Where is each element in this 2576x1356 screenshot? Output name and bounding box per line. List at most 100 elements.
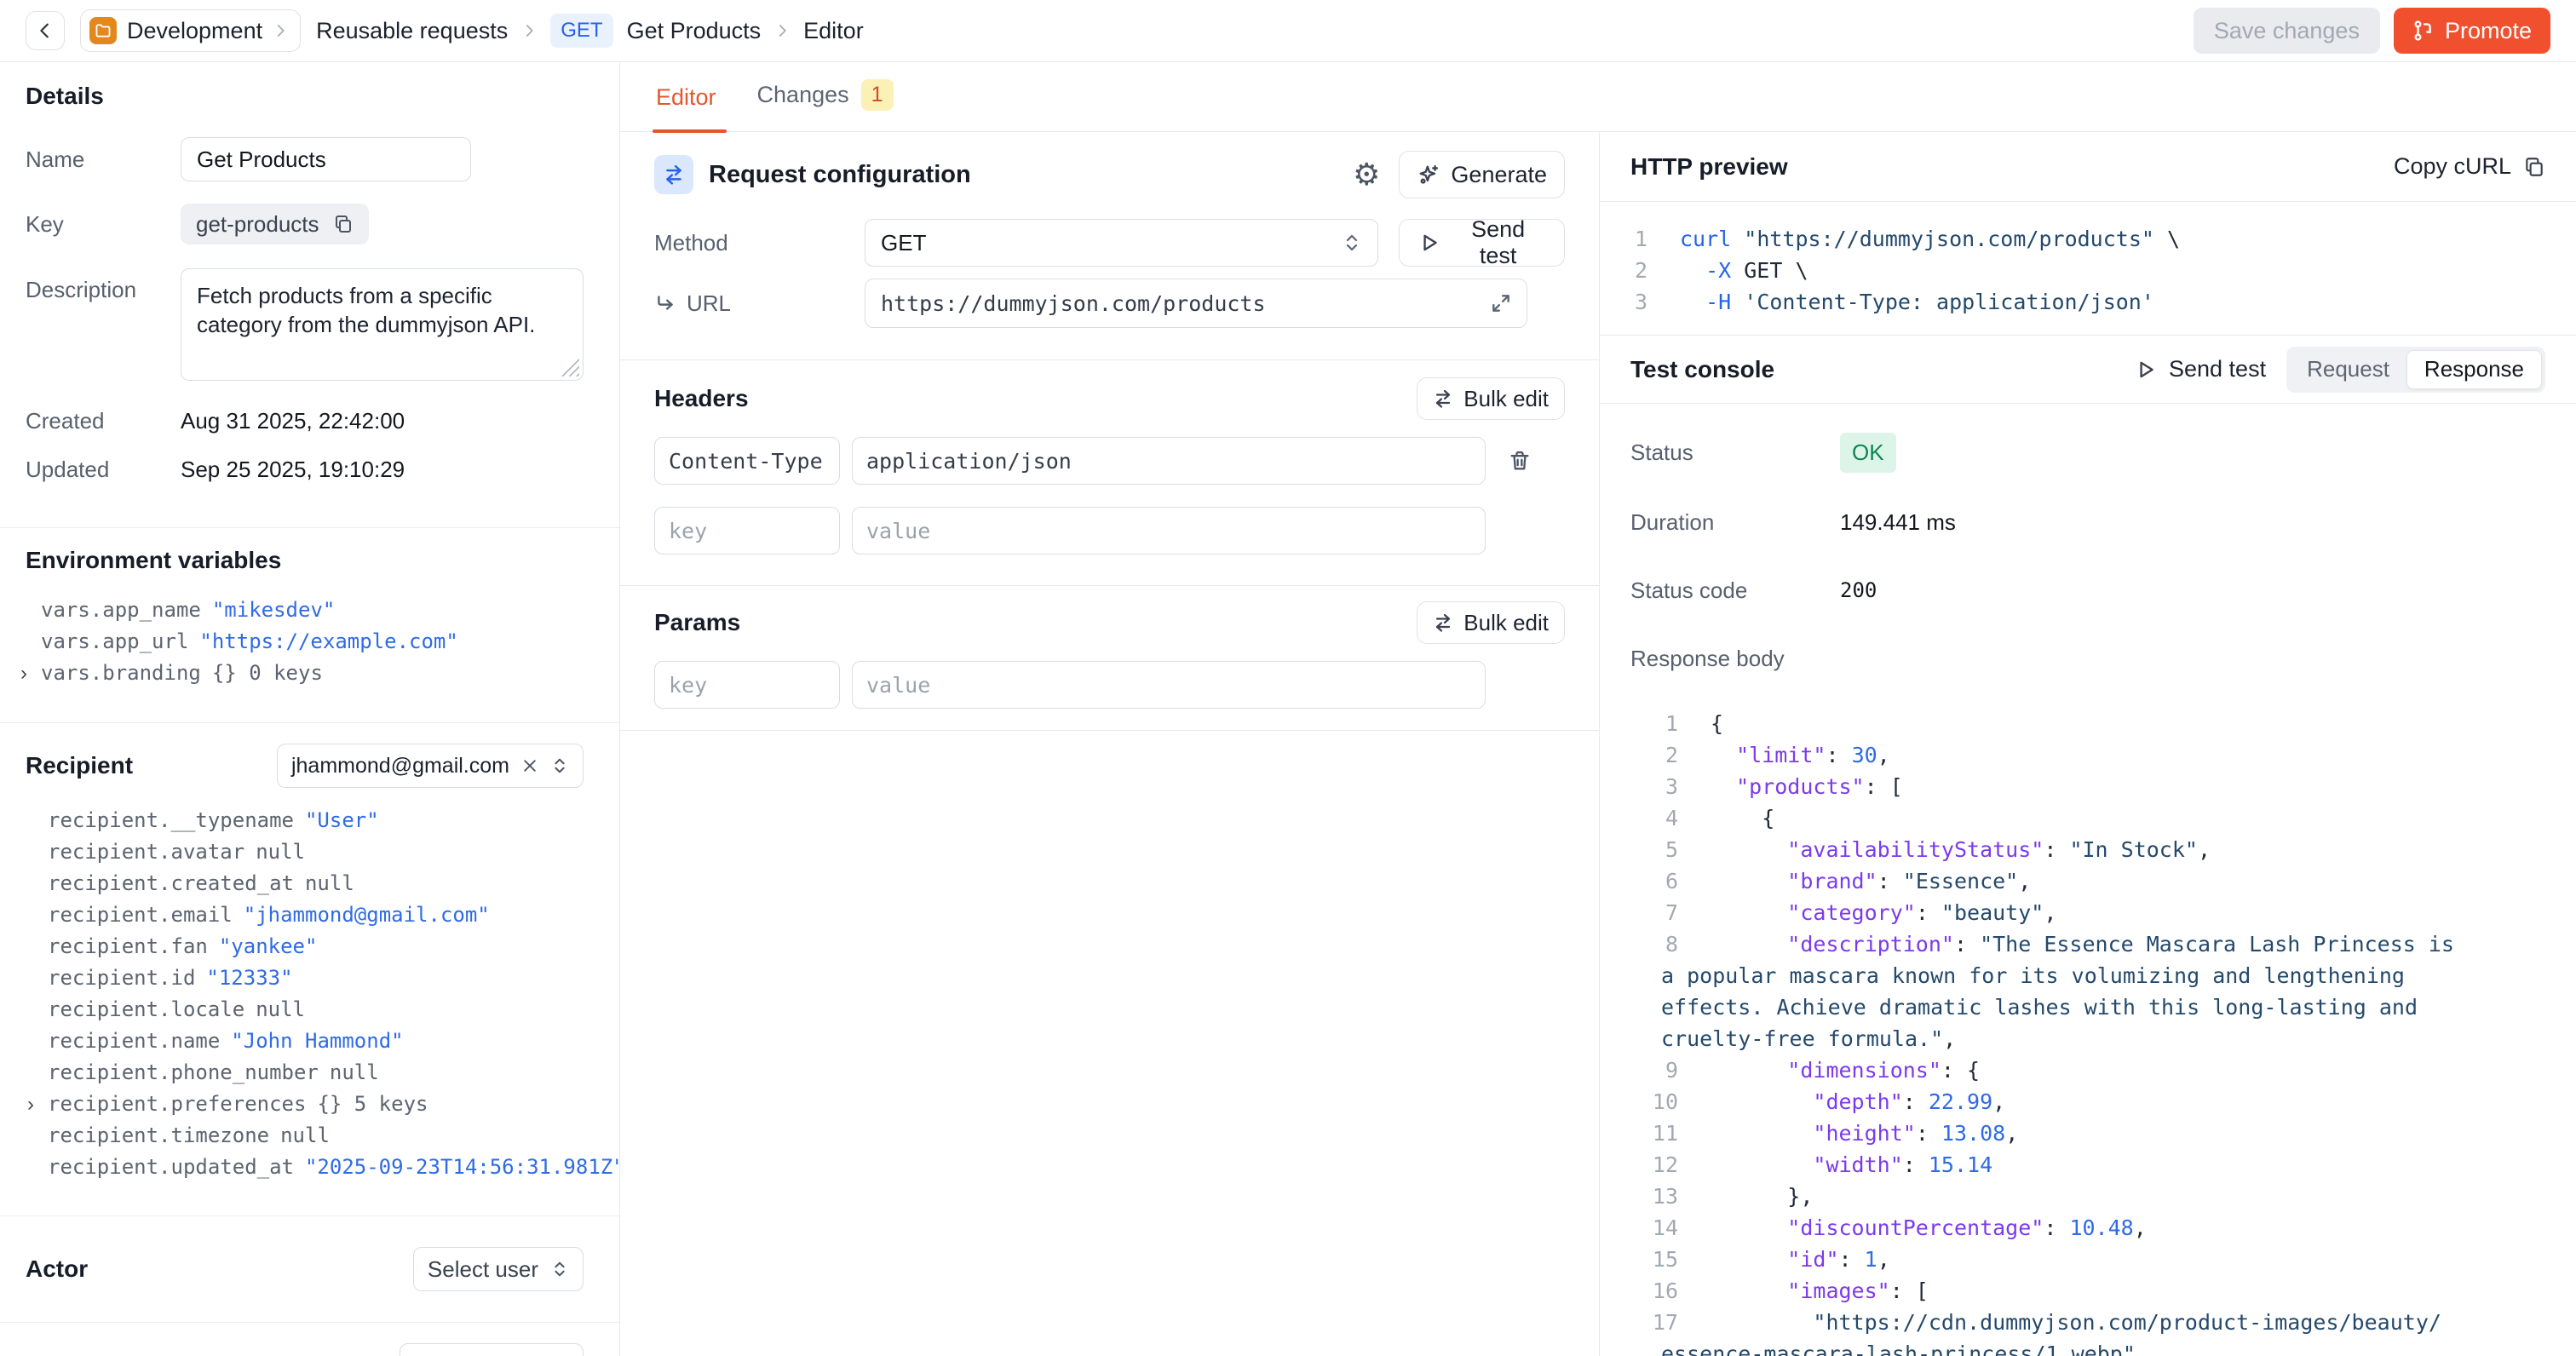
code-text: "width": 15.14 (1711, 1149, 1992, 1181)
save-changes-button[interactable]: Save changes (2194, 8, 2380, 54)
recipient-field-row: recipient.fan"yankee" (32, 931, 584, 962)
curl-preview-code: 1 curl "https://dummyjson.com/products" \… (1600, 202, 2576, 336)
toggle-response[interactable]: Response (2406, 350, 2542, 389)
code-text: "images": [ (1711, 1275, 1929, 1307)
code-text: essence-mascara-lash-princess/1.webp" (1661, 1338, 2136, 1356)
actor-select[interactable]: Select user (413, 1247, 584, 1291)
recipient-section: Recipient jhammond@gmail.com recipient._… (0, 723, 619, 1216)
header-value-input-empty[interactable] (852, 507, 1486, 554)
code-text: "description": "The Essence Mascara Lash… (1711, 928, 2454, 960)
variable-value: "12333" (206, 962, 292, 994)
code-text: "depth": 22.99, (1711, 1086, 2005, 1118)
name-input[interactable] (181, 137, 471, 181)
headers-section: Headers Bulk edit (620, 360, 1599, 586)
variable-key: recipient.updated_at (48, 1152, 294, 1183)
variable-value: "yankee" (219, 931, 318, 962)
promote-button[interactable]: Promote (2394, 8, 2550, 54)
code-text: a popular mascara known for its volumizi… (1661, 960, 2405, 991)
breadcrumb-request-name[interactable]: Get Products (627, 18, 762, 44)
code-text: "products": [ (1711, 771, 1903, 802)
code-line: 8"description": "The Essence Mascara Las… (1630, 928, 2545, 960)
tab-editor[interactable]: Editor (654, 84, 718, 131)
param-value-input[interactable] (852, 661, 1486, 709)
code-text: "https://cdn.dummyjson.com/product-image… (1711, 1307, 2441, 1338)
updated-value: Sep 25 2025, 19:10:29 (181, 457, 405, 483)
params-bulk-edit-button[interactable]: Bulk edit (1417, 601, 1565, 644)
status-badge: OK (1840, 433, 1896, 473)
http-preview-header: HTTP preview Copy cURL (1600, 132, 2576, 202)
method-label: Method (654, 230, 865, 256)
variable-value: null (280, 1120, 330, 1152)
header-key-input-empty[interactable] (654, 507, 840, 554)
code-line: 11"height": 13.08, (1630, 1118, 2545, 1149)
method-select[interactable]: GET (865, 219, 1378, 267)
param-key-input[interactable] (654, 661, 840, 709)
code-text: -X GET \ (1680, 255, 1808, 286)
variable-value: "https://example.com" (199, 626, 457, 658)
recipient-field-row: recipient.phone_numbernull (32, 1057, 584, 1089)
line-number: 15 (1630, 1244, 1678, 1275)
http-preview-title: HTTP preview (1630, 153, 2394, 181)
key-value-pill: get-products (181, 204, 369, 244)
copy-curl-button[interactable]: Copy cURL (2394, 153, 2545, 180)
recipient-field-row: recipient.timezonenull (32, 1120, 584, 1152)
recipient-field-row: recipient.avatarnull (32, 836, 584, 868)
header-key-input[interactable] (654, 437, 840, 485)
recipient-field-row: recipient.created_atnull (32, 868, 584, 899)
back-button[interactable] (26, 11, 65, 50)
swap-arrows-icon (1433, 612, 1453, 633)
gear-icon[interactable]: ⚙ (1353, 159, 1380, 190)
code-line: 15"id": 1, (1630, 1244, 2545, 1275)
variable-key: vars.app_url (41, 626, 188, 658)
expand-icon[interactable] (1490, 292, 1512, 314)
line-number: 1 (1600, 223, 1647, 255)
line-number: 4 (1630, 802, 1678, 834)
code-text: "category": "beauty", (1711, 897, 2056, 928)
trash-icon[interactable] (1508, 449, 1532, 473)
breadcrumb: Reusable requests GET Get Products Edito… (316, 14, 864, 48)
actor-section: Actor Select user (0, 1216, 619, 1323)
generate-button[interactable]: Generate (1399, 151, 1565, 198)
headers-bulk-edit-button[interactable]: Bulk edit (1417, 377, 1565, 420)
chevron-right-icon[interactable]: › (20, 658, 27, 689)
copy-icon[interactable] (333, 214, 354, 234)
console-send-test-button[interactable]: Send test (2135, 356, 2266, 382)
line-number: 9 (1630, 1054, 1678, 1086)
toggle-request[interactable]: Request (2290, 350, 2406, 389)
send-test-button[interactable]: Send test (1399, 219, 1565, 267)
created-value: Aug 31 2025, 22:42:00 (181, 408, 405, 434)
tab-changes[interactable]: Changes 1 (756, 79, 895, 131)
variable-key: recipient.email (48, 899, 233, 931)
variable-key: recipient.id (48, 962, 195, 994)
recipient-select[interactable]: jhammond@gmail.com (277, 744, 584, 788)
line-number: 12 (1630, 1149, 1678, 1181)
headers-title: Headers (654, 385, 1417, 412)
resize-handle[interactable] (561, 358, 579, 376)
line-number: 14 (1630, 1212, 1678, 1244)
line-number: 11 (1630, 1118, 1678, 1149)
breadcrumb-reusable-requests[interactable]: Reusable requests (316, 18, 508, 44)
url-input[interactable] (865, 279, 1527, 328)
code-text: -H 'Content-Type: application/json' (1680, 286, 2154, 318)
corner-down-right-icon (654, 292, 676, 314)
duration-label: Duration (1630, 509, 1840, 536)
line-number: 3 (1630, 771, 1678, 802)
folder-icon (89, 17, 117, 44)
line-number: 3 (1600, 286, 1647, 318)
code-line: 16"images": [ (1630, 1275, 2545, 1307)
header-value-input[interactable] (852, 437, 1486, 485)
code-line: 4{ (1630, 802, 2545, 834)
chevron-right-icon[interactable]: › (27, 1089, 34, 1120)
recipient-field-row: recipient.localenull (32, 994, 584, 1026)
changes-count-badge: 1 (861, 79, 894, 111)
variable-value: "jhammond@gmail.com" (244, 899, 490, 931)
variable-value: "John Hammond" (231, 1026, 403, 1057)
environment-switcher[interactable]: Development (80, 9, 301, 52)
clear-icon[interactable] (521, 757, 538, 774)
target-select[interactable]: Select target (400, 1343, 584, 1356)
params-section: Params Bulk edit (620, 586, 1599, 731)
app-window: Development Reusable requests GET Get Pr… (0, 0, 2576, 1356)
code-text: curl "https://dummyjson.com/products" \ (1680, 223, 2180, 255)
line-number: 5 (1630, 834, 1678, 865)
description-textarea[interactable]: Fetch products from a specific category … (181, 268, 584, 381)
